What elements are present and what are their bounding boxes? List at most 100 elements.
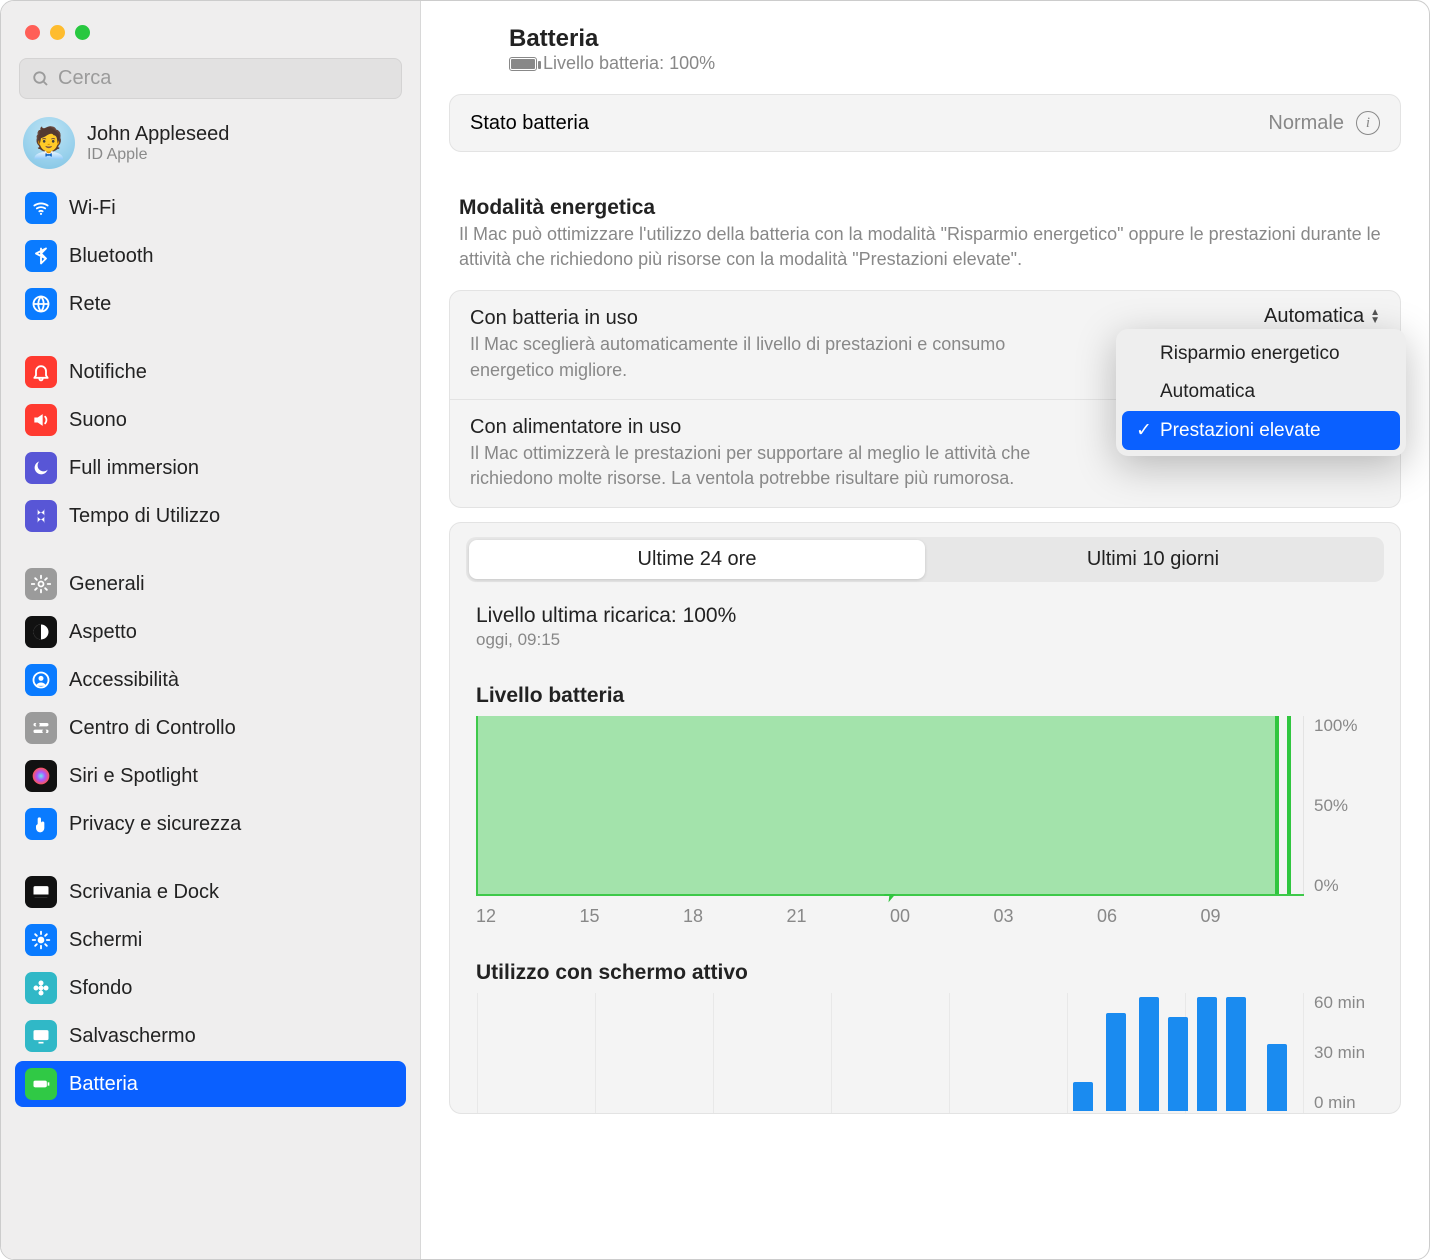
window-controls (15, 1, 406, 52)
minimize-icon[interactable] (50, 25, 65, 40)
usage-bar (1168, 1017, 1188, 1111)
usage-bar (1139, 997, 1159, 1111)
account-sub: ID Apple (87, 146, 229, 164)
sidebar-item-battery[interactable]: Batteria (15, 1061, 406, 1107)
chevron-updown-icon: ▲▼ (1370, 309, 1380, 325)
sidebar-item-controlcenter[interactable]: Centro di Controllo (15, 705, 406, 751)
sidebar-item-label: Centro di Controllo (69, 717, 236, 740)
search-input[interactable]: Cerca (19, 58, 402, 99)
speaker-icon (25, 404, 57, 436)
popup-item[interactable]: Risparmio energetico (1122, 335, 1400, 373)
last-charge-block: Livello ultima ricarica: 100% oggi, 09:1… (466, 594, 1384, 650)
energy-card: Con batteria in uso Il Mac sceglierà aut… (449, 290, 1401, 508)
xaxis-label: 00 (890, 906, 994, 927)
sidebar-item-label: Privacy e sicurezza (69, 813, 241, 836)
segment-10d[interactable]: Ultimi 10 giorni (925, 540, 1381, 579)
on-power-desc: Il Mac ottimizzerà le prestazioni per su… (470, 441, 1050, 491)
sidebar-item-label: Tempo di Utilizzo (69, 505, 220, 528)
sidebar-item-label: Salvaschermo (69, 1025, 196, 1048)
sidebar-item-displays[interactable]: Schermi (15, 917, 406, 963)
globe-icon (25, 288, 57, 320)
xaxis-label: 18 (683, 906, 787, 927)
popup-item[interactable]: ✓Prestazioni elevate (1122, 411, 1400, 450)
yaxis-label: 0% (1314, 876, 1374, 896)
moon-icon (25, 452, 57, 484)
status-value: Normale (1268, 112, 1344, 135)
sidebar-item-general[interactable]: Generali (15, 561, 406, 607)
sidebar-item-label: Bluetooth (69, 245, 154, 268)
usage-bar (1267, 1044, 1287, 1111)
xaxis-label: 12 (476, 906, 580, 927)
chart-usage-plot (476, 993, 1304, 1113)
sidebar-item-label: Suono (69, 409, 127, 432)
popup-item-label: Risparmio energetico (1160, 343, 1340, 365)
sidebar-item-label: Accessibilità (69, 669, 179, 692)
energy-section-header: Modalità energetica Il Mac può ottimizza… (449, 166, 1401, 276)
sidebar-item-label: Scrivania e Dock (69, 881, 219, 904)
info-icon[interactable]: i (1356, 111, 1380, 135)
sidebar-item-privacy[interactable]: Privacy e sicurezza (15, 801, 406, 847)
on-battery-value: Automatica (1264, 305, 1364, 328)
screensaver-icon (25, 1020, 57, 1052)
sidebar: Cerca 🧑‍💼 John Appleseed ID Apple Wi-Fi B… (1, 1, 421, 1259)
xaxis-label: 06 (1097, 906, 1201, 927)
search-placeholder: Cerca (58, 67, 111, 90)
account-name: John Appleseed (87, 123, 229, 146)
siri-icon (25, 760, 57, 792)
xaxis-label: 09 (1201, 906, 1305, 927)
on-battery-row: Con batteria in uso Il Mac sceglierà aut… (450, 291, 1400, 399)
sidebar-item-label: Notifiche (69, 361, 147, 384)
content: Batteria Livello batteria: 100% Stato ba… (421, 1, 1429, 1259)
xaxis-label: 03 (994, 906, 1098, 927)
chart-level-plot (476, 716, 1304, 896)
gear-icon (25, 568, 57, 600)
sidebar-item-label: Full immersion (69, 457, 199, 480)
last-charge-time: oggi, 09:15 (476, 630, 1374, 650)
on-battery-select[interactable]: Automatica ▲▼ (1264, 305, 1380, 328)
usage-bar (1073, 1082, 1093, 1112)
sidebar-item-screentime[interactable]: Tempo di Utilizzo (15, 493, 406, 539)
battery-icon (509, 57, 537, 71)
sidebar-item-wallpaper[interactable]: Sfondo (15, 965, 406, 1011)
account-row[interactable]: 🧑‍💼 John Appleseed ID Apple (15, 117, 406, 185)
sidebar-list: Wi-Fi Bluetooth Rete Notifiche Suono Full imm… (15, 185, 406, 1107)
chart-usage-ylabels: 60 min30 min0 min (1304, 993, 1374, 1113)
sidebar-item-bluetooth[interactable]: Bluetooth (15, 233, 406, 279)
usage-bar (1106, 1013, 1126, 1111)
status-card: Stato batteria Normale i (449, 94, 1401, 152)
on-battery-title: Con batteria in uso (470, 307, 1380, 330)
chart-level: Livello batteria 1215182100030609 100%50… (466, 650, 1384, 927)
sidebar-item-label: Wi-Fi (69, 197, 116, 220)
sidebar-item-label: Rete (69, 293, 111, 316)
sidebar-item-screensaver[interactable]: Salvaschermo (15, 1013, 406, 1059)
sidebar-item-wifi[interactable]: Wi-Fi (15, 185, 406, 231)
last-charge-label: Livello ultima ricarica: 100% (476, 604, 1374, 628)
sidebar-item-desktop[interactable]: Scrivania e Dock (15, 869, 406, 915)
sidebar-item-network[interactable]: Rete (15, 281, 406, 327)
fullscreen-icon[interactable] (75, 25, 90, 40)
avatar: 🧑‍💼 (23, 117, 75, 169)
energy-title: Modalità energetica (459, 196, 1391, 220)
sidebar-item-focus[interactable]: Full immersion (15, 445, 406, 491)
sidebar-item-accessibility[interactable]: Accessibilità (15, 657, 406, 703)
sidebar-item-label: Schermi (69, 929, 142, 952)
sidebar-item-label: Siri e Spotlight (69, 765, 198, 788)
sidebar-item-label: Batteria (69, 1073, 138, 1096)
energy-popup[interactable]: Risparmio energetico Automatica✓Prestazio… (1116, 329, 1406, 456)
sidebar-item-sound[interactable]: Suono (15, 397, 406, 443)
segmented-control[interactable]: Ultime 24 ore Ultimi 10 giorni (466, 537, 1384, 582)
bt-icon (25, 240, 57, 272)
settings-window: Cerca 🧑‍💼 John Appleseed ID Apple Wi-Fi B… (0, 0, 1430, 1260)
history-card: Ultime 24 ore Ultimi 10 giorni Livello u… (449, 522, 1401, 1114)
popup-item[interactable]: Automatica (1122, 373, 1400, 411)
yaxis-label: 0 min (1314, 1093, 1374, 1113)
sidebar-item-notifications[interactable]: Notifiche (15, 349, 406, 395)
close-icon[interactable] (25, 25, 40, 40)
sun-icon (25, 924, 57, 956)
sidebar-item-label: Generali (69, 573, 145, 596)
segment-24h[interactable]: Ultime 24 ore (469, 540, 925, 579)
sidebar-item-siri[interactable]: Siri e Spotlight (15, 753, 406, 799)
sliders-icon (25, 712, 57, 744)
sidebar-item-appearance[interactable]: Aspetto (15, 609, 406, 655)
contrast-icon (25, 616, 57, 648)
